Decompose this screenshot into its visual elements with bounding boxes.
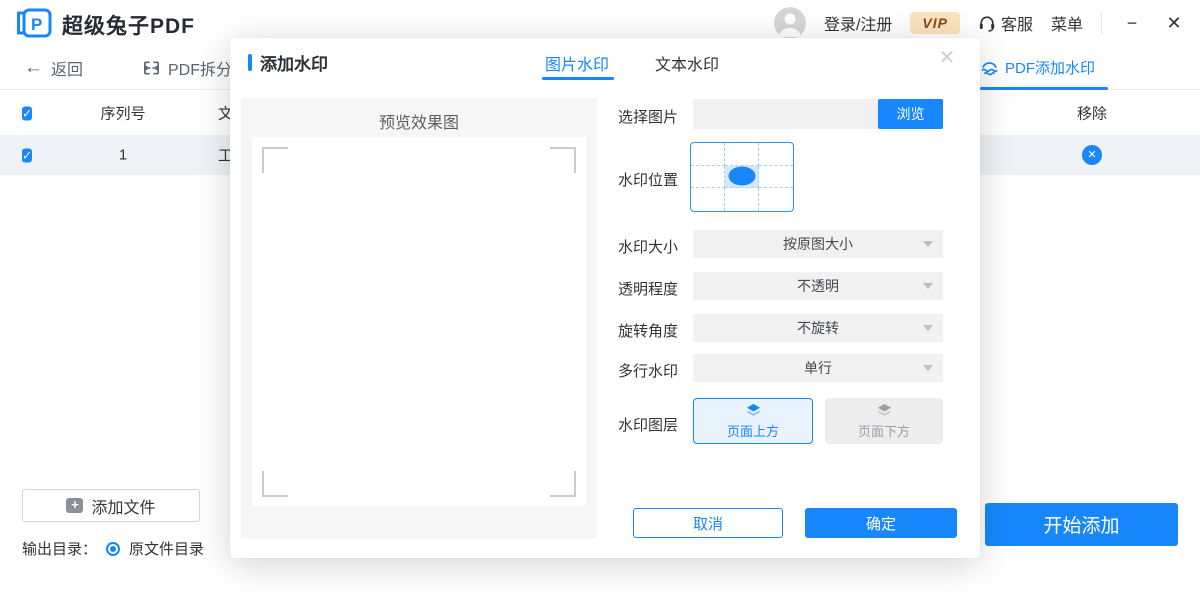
- position-cell[interactable]: [725, 188, 759, 211]
- preview-canvas: [252, 137, 586, 506]
- tab-image-watermark[interactable]: 图片水印: [545, 51, 609, 75]
- add-watermark-dialog: 添加水印 图片水印 文本水印 ✕ 预览效果图 选择图片 浏览 水印位置: [230, 38, 980, 558]
- chevron-down-icon: [923, 365, 933, 371]
- titlebar-divider: [1101, 12, 1102, 34]
- size-select-value: 按原图大小: [783, 236, 853, 252]
- layer-label: 水印图层: [618, 414, 678, 435]
- preview-panel: 预览效果图: [241, 98, 597, 538]
- position-cell[interactable]: [691, 143, 725, 166]
- dialog-title: 添加水印: [248, 50, 328, 75]
- crop-corner-icon: [550, 147, 576, 173]
- cancel-button[interactable]: 取消: [633, 508, 783, 538]
- size-label: 水印大小: [618, 236, 678, 257]
- close-window-button[interactable]: ✕: [1162, 13, 1186, 34]
- layer-below-button[interactable]: 页面下方: [825, 398, 943, 444]
- position-cell[interactable]: [725, 143, 759, 166]
- output-directory-row: 输出目录： 原文件目录: [22, 538, 204, 559]
- select-image-label: 选择图片: [618, 106, 678, 127]
- avatar[interactable]: [774, 7, 806, 39]
- start-add-button[interactable]: 开始添加: [985, 503, 1178, 546]
- rotation-label: 旋转角度: [618, 320, 678, 341]
- opacity-select[interactable]: 不透明: [693, 272, 943, 300]
- crop-corner-icon: [262, 471, 288, 497]
- app-title: 超级兔子PDF: [62, 10, 195, 40]
- position-cell[interactable]: [691, 188, 725, 211]
- back-arrow-icon: ←: [24, 58, 43, 77]
- output-directory-label: 输出目录：: [22, 538, 97, 559]
- file-plus-icon: [66, 498, 83, 513]
- multiline-select-value: 单行: [804, 360, 832, 376]
- customer-service-label: 客服: [1001, 11, 1033, 35]
- layers-icon: [745, 403, 762, 418]
- title-accent-bar: [248, 54, 252, 71]
- pdf-split-tool[interactable]: PDF拆分: [142, 46, 232, 89]
- layers-icon: [876, 403, 893, 418]
- output-original-radio[interactable]: [106, 542, 120, 556]
- position-cell[interactable]: [759, 166, 793, 189]
- preview-title: 预览效果图: [241, 98, 597, 133]
- headset-icon: [978, 14, 996, 32]
- watermark-position-grid[interactable]: [690, 142, 794, 212]
- customer-service-button[interactable]: 客服: [978, 11, 1033, 35]
- login-register-link[interactable]: 登录/注册: [824, 11, 892, 35]
- browse-button[interactable]: 浏览: [878, 99, 943, 129]
- watermark-wave-icon: [980, 60, 999, 76]
- position-cell[interactable]: [691, 166, 725, 189]
- pdf-split-label: PDF拆分: [168, 56, 232, 80]
- multiline-label: 多行水印: [618, 360, 678, 381]
- rotation-select-value: 不旋转: [797, 320, 839, 336]
- opacity-select-value: 不透明: [797, 278, 839, 294]
- vip-badge[interactable]: VIP: [910, 12, 960, 34]
- app-window: P 超级兔子PDF 登录/注册 VIP 客服: [0, 0, 1200, 600]
- minimize-button[interactable]: −: [1120, 13, 1144, 34]
- dialog-title-text: 添加水印: [260, 50, 328, 75]
- position-cell[interactable]: [759, 143, 793, 166]
- back-button[interactable]: ← 返回: [24, 46, 83, 89]
- crop-corner-icon: [550, 471, 576, 497]
- select-all-checkbox[interactable]: ✓: [22, 106, 32, 120]
- tab-pdf-add-watermark[interactable]: PDF添加水印: [980, 46, 1108, 89]
- size-select[interactable]: 按原图大小: [693, 230, 943, 258]
- layer-above-label: 页面上方: [727, 421, 779, 440]
- column-remove: 移除: [1057, 102, 1127, 123]
- layer-above-button[interactable]: 页面上方: [693, 398, 813, 444]
- position-cell-center[interactable]: [725, 166, 759, 189]
- app-logo-icon: P: [14, 6, 52, 45]
- crop-corner-icon: [262, 147, 288, 173]
- dialog-close-icon[interactable]: ✕: [933, 44, 961, 72]
- multiline-select[interactable]: 单行: [693, 354, 943, 382]
- position-cell[interactable]: [759, 188, 793, 211]
- menu-button[interactable]: 菜单: [1051, 11, 1083, 35]
- rotation-select[interactable]: 不旋转: [693, 314, 943, 342]
- svg-text:P: P: [31, 15, 42, 34]
- add-file-button[interactable]: 添加文件: [22, 489, 200, 522]
- remove-file-button[interactable]: ✕: [1082, 145, 1102, 165]
- back-label: 返回: [51, 56, 83, 80]
- layer-below-label: 页面下方: [858, 421, 910, 440]
- column-serial: 序列号: [88, 102, 158, 123]
- row-checkbox[interactable]: ✓: [22, 149, 32, 163]
- confirm-button[interactable]: 确定: [805, 508, 957, 538]
- image-path-input[interactable]: [693, 99, 878, 129]
- opacity-label: 透明程度: [618, 278, 678, 299]
- row-serial: 1: [88, 147, 158, 164]
- position-label: 水印位置: [618, 169, 678, 190]
- tab-text-watermark[interactable]: 文本水印: [655, 51, 719, 75]
- chevron-down-icon: [923, 283, 933, 289]
- add-file-label: 添加文件: [91, 494, 155, 518]
- output-directory-value: 原文件目录: [129, 538, 204, 559]
- chevron-down-icon: [923, 241, 933, 247]
- split-icon: [142, 59, 161, 77]
- watermark-dot-icon: [728, 167, 755, 186]
- watermark-tab-label: PDF添加水印: [1005, 57, 1095, 78]
- chevron-down-icon: [923, 325, 933, 331]
